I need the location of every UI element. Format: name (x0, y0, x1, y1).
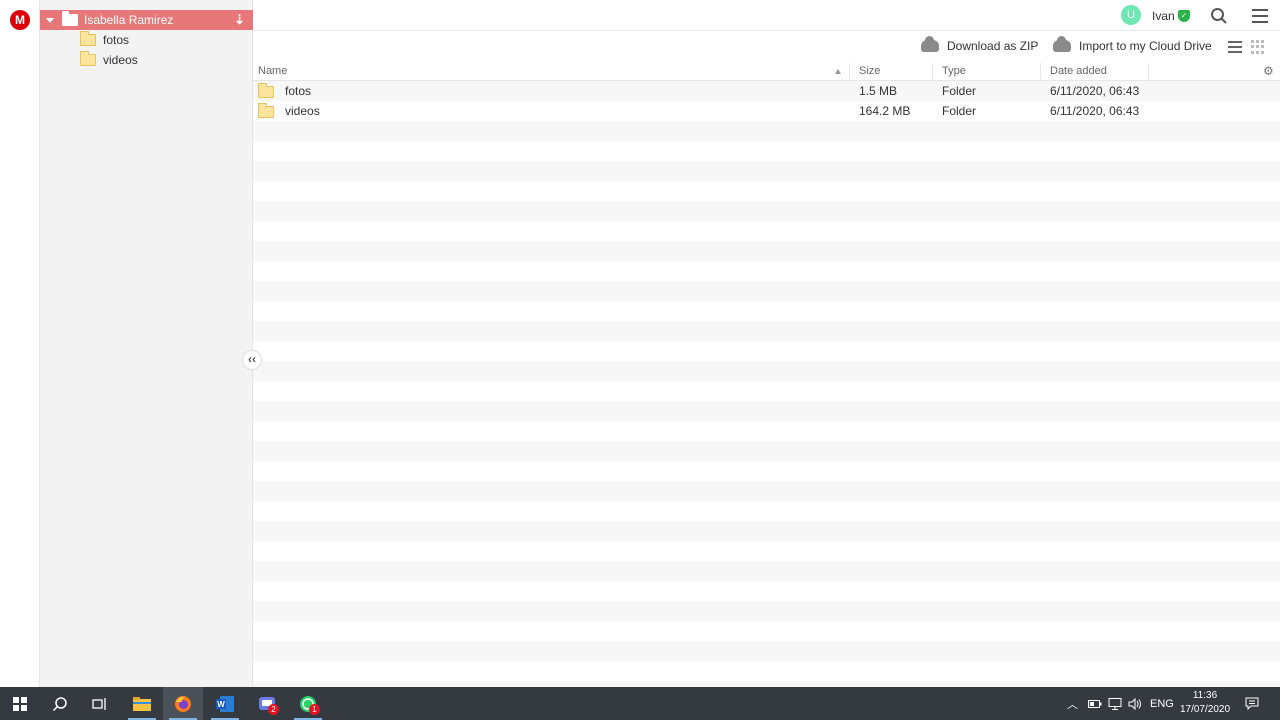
taskbar-whatsapp[interactable]: 1 (288, 687, 328, 720)
table-row[interactable]: fotos 1.5 MB Folder 6/11/2020, 06:43 (253, 81, 1280, 101)
gear-icon[interactable]: ⚙ (1263, 64, 1274, 78)
download-zip-label: Download as ZIP (947, 39, 1039, 53)
task-view-icon (92, 697, 106, 710)
folder-icon (258, 103, 274, 118)
row-date: 6/11/2020, 06:43 (1050, 104, 1140, 118)
taskbar-word[interactable]: W (205, 687, 245, 720)
top-bar: U Ivan ✓ (253, 0, 1280, 31)
tree-root-label: Isabella Ramirez (84, 13, 174, 27)
start-button[interactable] (0, 687, 40, 720)
grid-view-icon[interactable] (1251, 40, 1265, 54)
column-type[interactable]: Type (942, 65, 966, 77)
username[interactable]: Ivan (1152, 9, 1175, 23)
notifications-icon[interactable] (1245, 687, 1259, 720)
show-hidden-icons[interactable]: ︿ (1067, 687, 1078, 720)
file-explorer-icon (133, 696, 151, 711)
caret-down-icon[interactable] (46, 17, 54, 23)
sort-ascending-icon[interactable] (835, 69, 841, 74)
language-indicator[interactable]: ENG (1150, 687, 1174, 720)
tree-item-label: videos (103, 53, 138, 67)
file-table: Name Size Type Date added ⚙ fotos 1.5 MB… (253, 61, 1280, 687)
list-view-icon[interactable] (1228, 41, 1242, 53)
folder-icon (258, 83, 274, 98)
svg-text:W: W (217, 700, 225, 709)
column-divider[interactable] (1148, 63, 1149, 79)
chevron-up-icon: ︿ (1067, 698, 1078, 711)
column-name[interactable]: Name (258, 65, 287, 77)
row-date: 6/11/2020, 06:43 (1050, 84, 1140, 98)
taskbar-search-button[interactable] (40, 687, 80, 720)
row-name: videos (285, 104, 320, 118)
import-cloud-button[interactable]: Import to my Cloud Drive (1053, 36, 1212, 53)
column-date[interactable]: Date added (1050, 65, 1107, 77)
table-row[interactable]: videos 164.2 MB Folder 6/11/2020, 06:43 (253, 101, 1280, 121)
folder-icon (80, 51, 96, 66)
toolbar: Download as ZIP Import to my Cloud Drive (253, 31, 1280, 61)
network-icon[interactable] (1107, 687, 1123, 720)
clock[interactable]: 11:36 17/07/2020 (1176, 689, 1234, 717)
taskbar-firefox[interactable] (163, 687, 203, 720)
row-type: Folder (942, 104, 977, 118)
clock-time: 11:36 (1192, 690, 1218, 701)
column-divider[interactable] (849, 63, 850, 79)
taskbar-file-explorer[interactable] (122, 687, 162, 720)
table-header: Name Size Type Date added ⚙ (253, 61, 1280, 81)
download-zip-button[interactable]: Download as ZIP (921, 36, 1039, 53)
folder-icon (62, 11, 78, 26)
notification-badge: 2 (268, 704, 279, 715)
cloud-download-icon (921, 36, 939, 52)
row-name: fotos (285, 84, 312, 98)
battery-icon[interactable] (1088, 687, 1102, 720)
mega-logo-icon[interactable]: M (10, 10, 30, 30)
row-size: 164.2 MB (859, 104, 911, 118)
firefox-icon (175, 695, 191, 712)
row-type: Folder (942, 84, 977, 98)
row-size: 1.5 MB (859, 84, 898, 98)
cloud-upload-icon (1053, 36, 1071, 52)
search-icon[interactable] (1210, 7, 1228, 25)
notification-badge: 1 (309, 704, 320, 715)
import-cloud-label: Import to my Cloud Drive (1079, 39, 1212, 53)
clock-date: 17/07/2020 (1179, 704, 1231, 715)
folder-tree: Isabella Ramirez ⇣ fotos videos (40, 0, 253, 687)
column-divider[interactable] (932, 63, 933, 79)
sort-icon[interactable]: ⇣ (234, 12, 245, 28)
collapse-panel-button[interactable]: ‹‹ (242, 350, 262, 370)
avatar[interactable]: U (1121, 5, 1141, 25)
volume-icon[interactable] (1128, 687, 1142, 720)
task-view-button[interactable] (80, 687, 120, 720)
taskbar-teams[interactable]: 2 (247, 687, 287, 720)
windows-icon (13, 696, 27, 711)
taskbar: W 2 1 ︿ ENG 11:36 17/07/2020 (0, 687, 1280, 720)
folder-icon (80, 31, 96, 46)
column-divider[interactable] (1040, 63, 1041, 79)
hamburger-menu-icon[interactable] (1252, 9, 1268, 23)
table-body: fotos 1.5 MB Folder 6/11/2020, 06:43 vid… (253, 81, 1280, 687)
search-icon (52, 696, 67, 711)
left-rail: M (0, 0, 40, 687)
shield-icon: ✓ (1178, 10, 1190, 22)
tree-root-item[interactable]: Isabella Ramirez ⇣ (40, 10, 253, 30)
tree-item-fotos[interactable]: fotos (80, 30, 250, 50)
word-icon: W (216, 695, 234, 712)
tree-item-label: fotos (103, 33, 130, 47)
column-size[interactable]: Size (859, 65, 880, 77)
tree-item-videos[interactable]: videos (80, 50, 250, 70)
